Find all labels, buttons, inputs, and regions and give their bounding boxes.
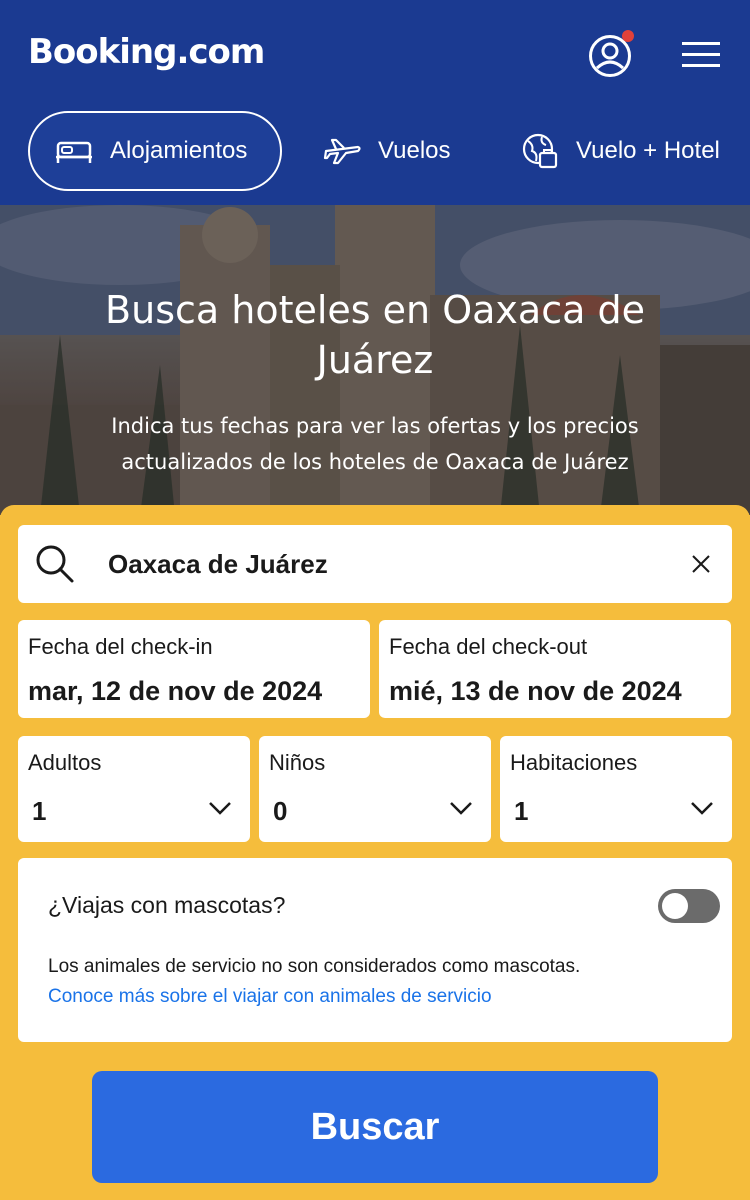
rooms-select[interactable]: Habitaciones 1 xyxy=(500,736,732,842)
top-nav-bar: Booking.com Alojamientos Vuelos Vuelo + … xyxy=(0,0,750,205)
menu-button[interactable] xyxy=(682,40,720,70)
checkout-date-field[interactable]: Fecha del check-out mié, 13 de nov de 20… xyxy=(379,620,731,718)
bed-icon xyxy=(56,141,92,163)
hamburger-menu-icon xyxy=(682,42,720,67)
airplane-icon xyxy=(323,138,361,165)
close-icon[interactable] xyxy=(686,549,716,579)
children-select[interactable]: Niños 0 xyxy=(259,736,491,842)
search-button[interactable]: Buscar xyxy=(92,1071,658,1183)
hero-banner: Busca hoteles en Oaxaca de Juárez Indica… xyxy=(0,205,750,515)
rooms-value: 1 xyxy=(514,796,529,826)
destination-input[interactable]: Oaxaca de Juárez xyxy=(18,525,732,603)
checkin-label: Fecha del check-in xyxy=(28,634,213,659)
account-button[interactable] xyxy=(588,30,634,78)
adults-value: 1 xyxy=(32,796,47,826)
globe-luggage-icon xyxy=(522,133,558,169)
tab-label: Vuelos xyxy=(378,137,451,164)
tab-alojamientos[interactable]: Alojamientos xyxy=(28,111,282,191)
checkout-label: Fecha del check-out xyxy=(389,634,588,659)
destination-value: Oaxaca de Juárez xyxy=(108,549,328,579)
pets-question: ¿Viajas con mascotas? xyxy=(48,892,286,918)
hero-title: Busca hoteles en Oaxaca de Juárez xyxy=(105,288,645,382)
children-label: Niños xyxy=(269,750,326,775)
tab-label: Vuelo + Hotel xyxy=(576,137,720,164)
chevron-down-icon xyxy=(691,802,713,815)
service-animals-link[interactable]: Conoce más sobre el viajar con animales … xyxy=(48,986,492,1008)
hero-subtitle: Indica tus fechas para ver las ofertas y… xyxy=(111,414,639,474)
tab-vuelos[interactable]: Vuelos xyxy=(322,111,451,191)
pets-toggle[interactable] xyxy=(658,889,720,923)
children-value: 0 xyxy=(273,796,288,826)
chevron-down-icon xyxy=(450,802,472,815)
checkin-value: mar, 12 de nov de 2024 xyxy=(28,676,323,706)
tab-vuelo-hotel[interactable]: Vuelo + Hotel xyxy=(520,111,720,191)
chevron-down-icon xyxy=(209,802,231,815)
tab-label: Alojamientos xyxy=(110,137,248,164)
search-icon xyxy=(36,545,74,583)
toggle-knob xyxy=(662,893,688,919)
service-animals-note: Los animales de servicio no son consider… xyxy=(48,956,581,977)
booking-logo[interactable]: Booking.com xyxy=(28,32,265,72)
pets-card: ¿Viajas con mascotas? Los animales de se… xyxy=(18,858,732,1042)
checkout-value: mié, 13 de nov de 2024 xyxy=(389,676,682,706)
adults-select[interactable]: Adultos 1 xyxy=(18,736,250,842)
rooms-label: Habitaciones xyxy=(510,750,638,775)
checkin-date-field[interactable]: Fecha del check-in mar, 12 de nov de 202… xyxy=(18,620,370,718)
adults-label: Adultos xyxy=(28,750,102,775)
notification-dot xyxy=(622,30,634,42)
